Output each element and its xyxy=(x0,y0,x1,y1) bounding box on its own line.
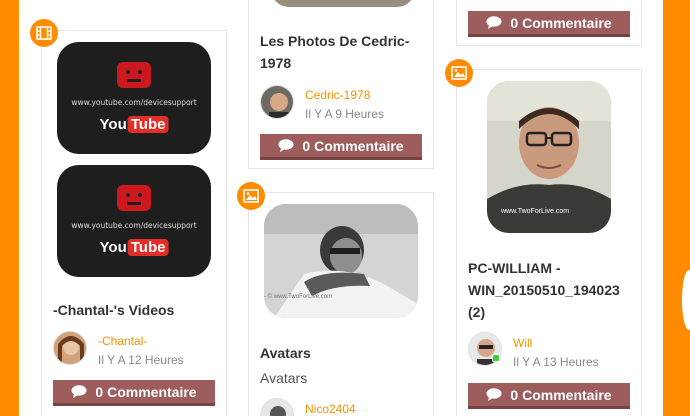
post-card-pc-william: www.TwoForLive.com PC-WILLIAM - WIN_2015… xyxy=(456,69,642,416)
image-type-badge xyxy=(237,182,265,210)
photo-thumbnail[interactable]: www.TwoForLive.com xyxy=(487,81,611,233)
video-type-badge xyxy=(30,19,58,47)
author-link[interactable]: Nico2404 xyxy=(305,402,356,416)
photo-thumbnail-partial[interactable] xyxy=(271,0,415,7)
youtube-logo: You Tube xyxy=(100,116,169,133)
author-link[interactable]: Will xyxy=(513,336,532,350)
post-time: Il Y A 9 Heures xyxy=(305,107,384,121)
comment-button[interactable]: 0 Commentaire xyxy=(260,134,422,157)
youtube-logo: You Tube xyxy=(100,239,169,256)
avatar[interactable] xyxy=(53,331,87,365)
comment-icon xyxy=(71,385,87,398)
photo-watermark: www.TwoForLive.com xyxy=(501,208,570,215)
video-thumbnail[interactable]: www.youtube.com/devicesupport You Tube xyxy=(57,42,211,154)
photo-thumbnail[interactable]: - © www.TwoForLive.com xyxy=(264,204,418,318)
post-title[interactable]: Les Photos De Cedric-1978 xyxy=(260,30,430,74)
photo-watermark: - © www.TwoForLive.com xyxy=(264,294,333,300)
film-icon xyxy=(36,26,52,40)
post-card-cedric-photos: Les Photos De Cedric-1978 Cedric-1978 Il… xyxy=(248,0,434,169)
image-type-badge xyxy=(445,59,473,87)
post-title[interactable]: -Chantal-'s Videos xyxy=(53,299,223,321)
youtube-support-url: www.youtube.com/devicesupport xyxy=(71,221,197,230)
post-card-avatars: - © www.TwoForLive.com Avatars Avatars N… xyxy=(248,192,434,416)
post-card-chantal-videos: www.youtube.com/devicesupport You Tube ww… xyxy=(41,30,227,416)
comment-icon xyxy=(278,139,294,152)
post-time: Il Y A 13 Heures xyxy=(513,355,599,369)
post-card-top-right: 0 Commentaire xyxy=(456,0,642,46)
youtube-error-icon xyxy=(117,185,151,211)
page-edge-decoration xyxy=(682,270,690,330)
comment-button[interactable]: 0 Commentaire xyxy=(468,11,630,34)
online-status-indicator xyxy=(492,354,500,362)
image-icon xyxy=(451,66,467,80)
post-title[interactable]: Avatars xyxy=(260,342,430,364)
avatar[interactable] xyxy=(260,398,294,416)
comment-button[interactable]: 0 Commentaire xyxy=(468,383,630,406)
video-thumbnail[interactable]: www.youtube.com/devicesupport You Tube xyxy=(57,165,211,277)
comment-icon xyxy=(486,388,502,401)
comment-icon xyxy=(486,16,502,29)
youtube-error-icon xyxy=(117,62,151,88)
author-link[interactable]: -Chantal- xyxy=(98,334,147,348)
image-icon xyxy=(243,189,259,203)
comment-button[interactable]: 0 Commentaire xyxy=(53,380,215,403)
post-title[interactable]: PC-WILLIAM - WIN_20150510_194023 (2) xyxy=(468,257,640,323)
avatar[interactable] xyxy=(260,85,294,119)
author-link[interactable]: Cedric-1978 xyxy=(305,88,370,102)
youtube-support-url: www.youtube.com/devicesupport xyxy=(71,98,197,107)
post-time: Il Y A 12 Heures xyxy=(98,353,184,367)
content-area: www.youtube.com/devicesupport You Tube ww… xyxy=(19,0,663,416)
post-description: Avatars xyxy=(260,370,308,386)
